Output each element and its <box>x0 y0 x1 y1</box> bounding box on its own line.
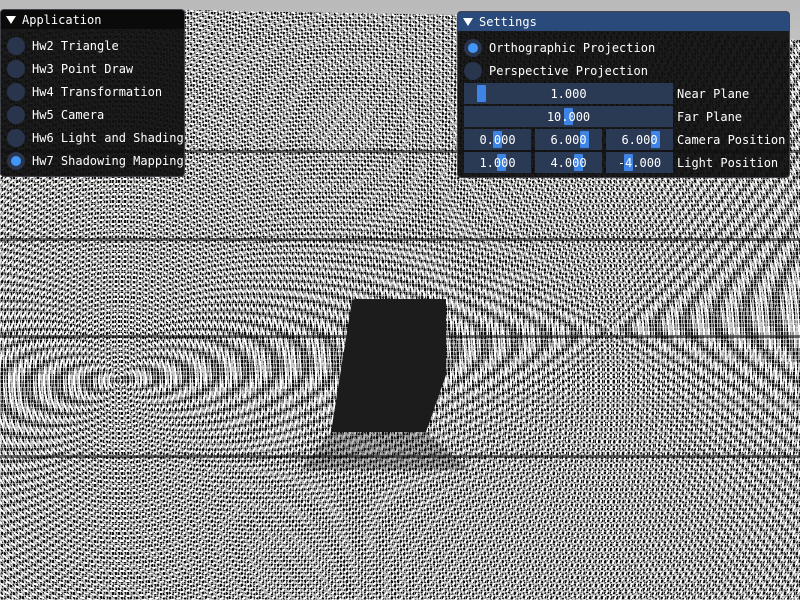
radio-label: Orthographic Projection <box>489 41 656 55</box>
radio-label: Hw7 Shadowing Mapping <box>32 154 184 168</box>
ground-band <box>0 238 800 241</box>
light-position-row: 1.000 4.000 -4.000 Light Position <box>464 152 778 173</box>
radio-button-icon[interactable] <box>7 152 25 170</box>
collapse-arrow-icon[interactable] <box>463 17 473 26</box>
light-x-slider[interactable]: 1.000 <box>464 152 531 173</box>
radio-perspective[interactable]: Perspective Projection <box>464 61 648 81</box>
radio-label: Hw3 Point Draw <box>32 62 134 76</box>
radio-hw7[interactable]: Hw7 Shadowing Mapping <box>7 151 184 171</box>
radio-hw5[interactable]: Hw5 Camera <box>7 105 104 125</box>
radio-label: Perspective Projection <box>489 64 648 78</box>
far-plane-slider[interactable]: 10.000 <box>464 106 673 127</box>
radio-hw6[interactable]: Hw6 Light and Shading <box>7 128 184 148</box>
radio-hw3[interactable]: Hw3 Point Draw <box>7 59 133 79</box>
radio-hw2[interactable]: Hw2 Triangle <box>7 36 119 56</box>
radio-label: Hw5 Camera <box>32 108 105 122</box>
camera-position-label: Camera Position <box>677 132 786 147</box>
slider-grab-handle[interactable] <box>477 85 486 102</box>
radio-label: Hw4 Transformation <box>32 85 163 99</box>
camera-z-slider[interactable]: 6.000 <box>606 129 673 150</box>
light-y-slider[interactable]: 4.000 <box>535 152 602 173</box>
near-plane-slider[interactable]: 1.000 <box>464 83 673 104</box>
radio-button-icon[interactable] <box>7 60 25 78</box>
far-plane-label: Far Plane <box>677 109 743 124</box>
slider-value: 1.000 <box>479 155 516 170</box>
slider-value: -4.000 <box>617 155 662 170</box>
application-titlebar[interactable]: Application <box>1 10 184 29</box>
settings-titlebar[interactable]: Settings <box>458 12 789 31</box>
slider-value: 1.000 <box>550 86 587 101</box>
settings-window[interactable]: Settings Orthographic Projection Perspec… <box>457 11 790 178</box>
radio-button-icon[interactable] <box>7 83 25 101</box>
radio-orthographic[interactable]: Orthographic Projection <box>464 38 655 58</box>
slider-value: 4.000 <box>550 155 587 170</box>
radio-button-icon[interactable] <box>7 37 25 55</box>
radio-label: Hw6 Light and Shading <box>32 131 184 145</box>
near-plane-label: Near Plane <box>677 86 750 101</box>
radio-hw4[interactable]: Hw4 Transformation <box>7 82 162 102</box>
light-z-slider[interactable]: -4.000 <box>606 152 673 173</box>
slider-value: 10.000 <box>546 109 591 124</box>
near-plane-row: 1.000 Near Plane <box>464 83 749 104</box>
slider-value: 0.000 <box>479 132 516 147</box>
camera-y-slider[interactable]: 6.000 <box>535 129 602 150</box>
application-window[interactable]: Application Hw2 Triangle Hw3 Point Draw … <box>0 9 185 177</box>
radio-button-icon[interactable] <box>464 39 482 57</box>
slider-value: 6.000 <box>621 132 658 147</box>
radio-button-icon[interactable] <box>464 62 482 80</box>
radio-button-icon[interactable] <box>7 129 25 147</box>
collapse-arrow-icon[interactable] <box>6 15 16 24</box>
application-title: Application <box>22 12 102 27</box>
slider-value: 6.000 <box>550 132 587 147</box>
camera-position-row: 0.000 6.000 6.000 Camera Position <box>464 129 785 150</box>
far-plane-row: 10.000 Far Plane <box>464 106 742 127</box>
light-position-label: Light Position <box>677 155 779 170</box>
settings-title: Settings <box>479 14 537 29</box>
radio-button-icon[interactable] <box>7 106 25 124</box>
camera-x-slider[interactable]: 0.000 <box>464 129 531 150</box>
radio-label: Hw2 Triangle <box>32 39 119 53</box>
